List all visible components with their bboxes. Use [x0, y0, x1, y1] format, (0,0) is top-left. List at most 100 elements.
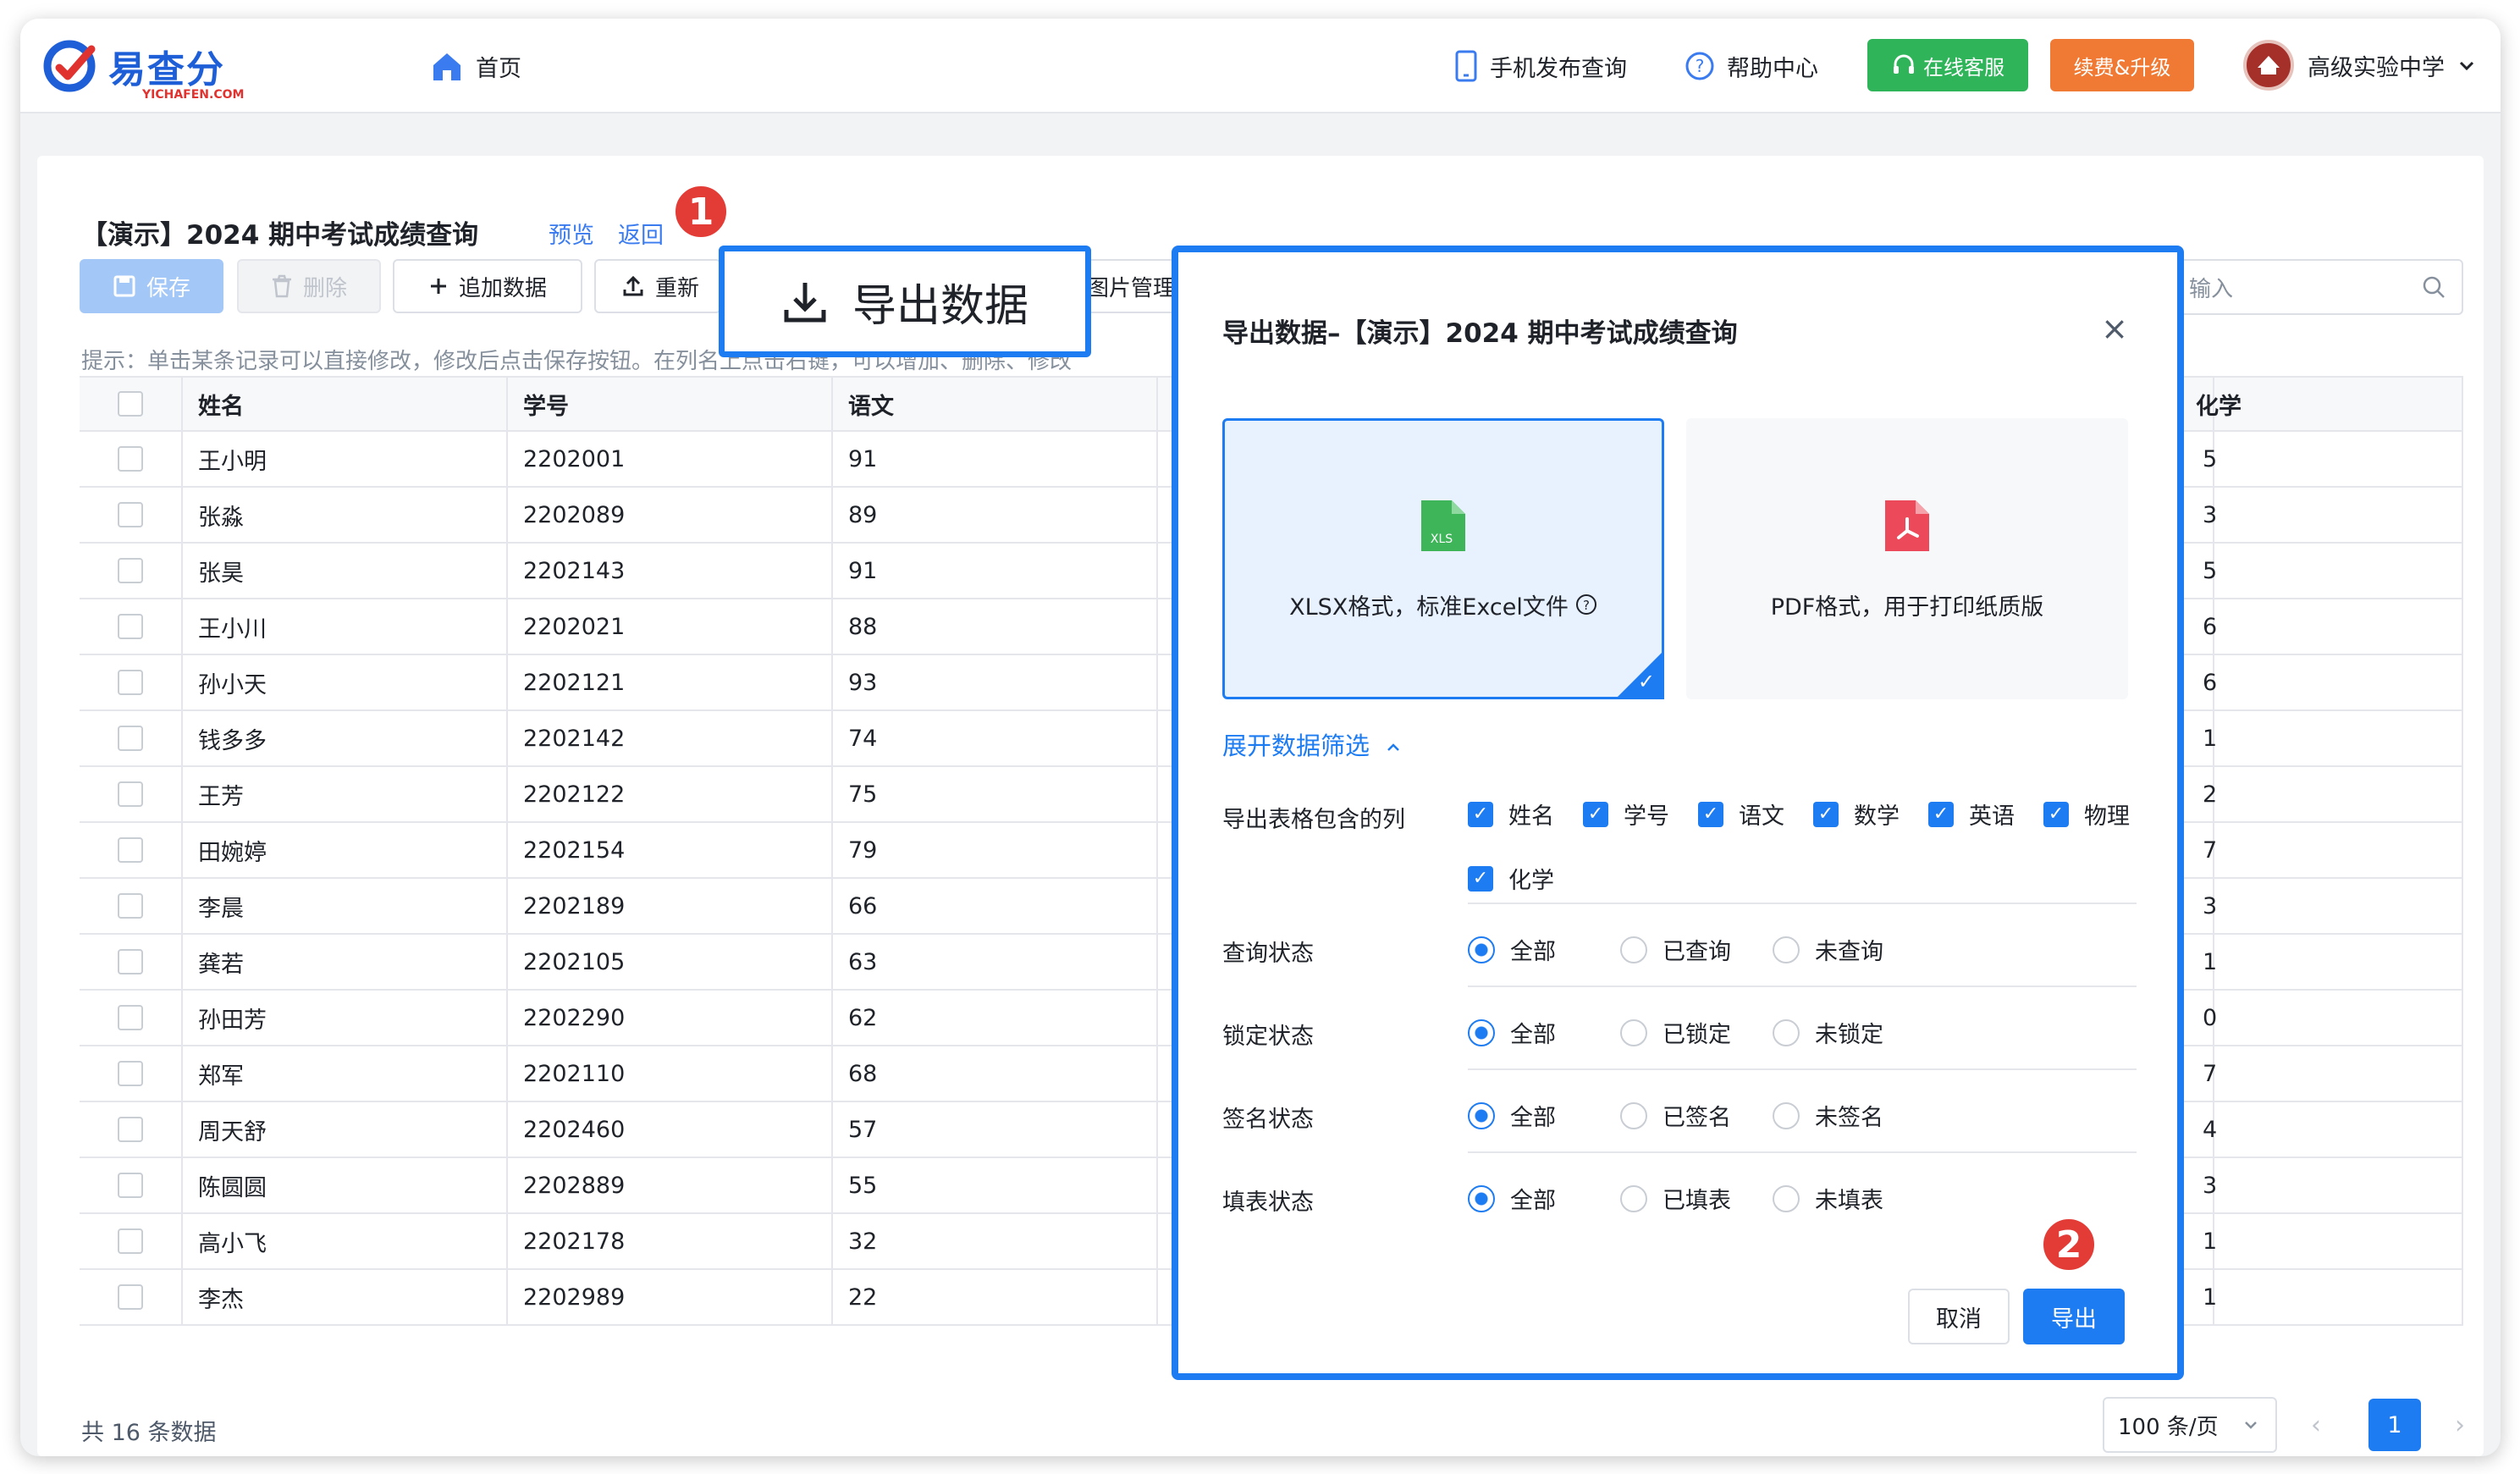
cell-student-id[interactable]: 2202889 [508, 1158, 833, 1212]
row-checkbox[interactable] [118, 1005, 143, 1030]
info-question-icon[interactable]: ? [1575, 593, 1597, 616]
column-checkbox[interactable]: ✓ 语文 [1698, 798, 1784, 831]
row-checkbox[interactable] [118, 670, 143, 695]
cell-chemistry[interactable]: 6 [2203, 599, 2463, 654]
cell-student-id[interactable]: 2202989 [508, 1270, 833, 1324]
column-checkbox[interactable]: ✓ 英语 [1928, 798, 2015, 831]
cell-chinese[interactable]: 63 [833, 935, 1158, 989]
cell-student-id[interactable]: 2202105 [508, 935, 833, 989]
row-checkbox[interactable] [118, 502, 143, 527]
column-checkbox[interactable]: ✓ 数学 [1813, 798, 1900, 831]
cell-name[interactable]: 王小明 [183, 432, 508, 486]
row-checkbox[interactable] [118, 781, 143, 807]
header-name[interactable]: 姓名 [183, 378, 508, 430]
cell-chemistry[interactable]: 5 [2203, 432, 2463, 486]
logo[interactable]: 易查分 YICHAFEN.COM [42, 34, 244, 102]
cell-chemistry[interactable]: 7 [2203, 1046, 2463, 1101]
cell-chinese[interactable]: 66 [833, 879, 1158, 933]
row-checkbox[interactable] [118, 558, 143, 583]
cell-name[interactable]: 龚若 [183, 935, 508, 989]
online-service-button[interactable]: 在线客服 [1867, 39, 2028, 91]
status-radio-option[interactable]: 全部 [1468, 1182, 1556, 1215]
column-checkbox[interactable]: ✓ 学号 [1583, 798, 1669, 831]
cell-chinese[interactable]: 88 [833, 599, 1158, 654]
cell-name[interactable]: 钱多多 [183, 711, 508, 765]
status-radio-option[interactable]: 全部 [1468, 1016, 1556, 1049]
cell-chemistry[interactable]: 7 [2203, 823, 2463, 877]
cell-name[interactable]: 田婉婷 [183, 823, 508, 877]
pdf-format-option[interactable]: PDF格式，用于打印纸质版 [1686, 418, 2128, 699]
prev-page-icon[interactable]: ‹ [2311, 1411, 2321, 1440]
cell-chinese[interactable]: 89 [833, 488, 1158, 542]
column-checkbox[interactable]: ✓ 物理 [2043, 798, 2130, 831]
cell-name[interactable]: 王芳 [183, 767, 508, 821]
close-icon[interactable]: × [2101, 310, 2128, 347]
cell-student-id[interactable]: 2202290 [508, 991, 833, 1045]
cell-chemistry[interactable]: 1 [2203, 1214, 2463, 1268]
row-checkbox[interactable] [118, 1228, 143, 1254]
add-data-button[interactable]: 追加数据 [393, 259, 582, 313]
cell-chemistry[interactable]: 0 [2203, 991, 2463, 1045]
status-radio-option[interactable]: 全部 [1468, 933, 1556, 966]
cell-chinese[interactable]: 91 [833, 544, 1158, 598]
cell-chemistry[interactable]: 2 [2203, 767, 2463, 821]
school-account-menu[interactable]: 高级实验中学 [2243, 37, 2477, 93]
cell-chinese[interactable]: 22 [833, 1270, 1158, 1324]
page-size-select[interactable]: 100 条/页 [2103, 1397, 2277, 1453]
row-checkbox[interactable] [118, 949, 143, 974]
row-checkbox[interactable] [118, 614, 143, 639]
cell-name[interactable]: 陈圆圆 [183, 1158, 508, 1212]
cell-chemistry[interactable]: 3 [2203, 1158, 2463, 1212]
save-button[interactable]: 保存 [80, 259, 223, 313]
cell-student-id[interactable]: 2202178 [508, 1214, 833, 1268]
row-checkbox[interactable] [118, 893, 143, 919]
cell-chemistry[interactable]: 3 [2203, 879, 2463, 933]
cell-chinese[interactable]: 55 [833, 1158, 1158, 1212]
cell-chemistry[interactable]: 1 [2203, 935, 2463, 989]
cell-chinese[interactable]: 79 [833, 823, 1158, 877]
row-checkbox[interactable] [118, 1173, 143, 1198]
cell-name[interactable]: 张昊 [183, 544, 508, 598]
column-checkbox[interactable]: ✓ 姓名 [1468, 798, 1554, 831]
expand-filter-toggle[interactable]: 展开数据筛选 [1222, 726, 1403, 762]
cell-name[interactable]: 孙小天 [183, 655, 508, 709]
cell-chinese[interactable]: 62 [833, 991, 1158, 1045]
status-radio-option[interactable]: 未填表 [1773, 1182, 1883, 1215]
row-checkbox[interactable] [118, 726, 143, 751]
cell-chinese[interactable]: 57 [833, 1102, 1158, 1157]
delete-button[interactable]: 删除 [237, 259, 381, 313]
cell-name[interactable]: 王小川 [183, 599, 508, 654]
cell-student-id[interactable]: 2202189 [508, 879, 833, 933]
select-all-checkbox[interactable] [118, 391, 143, 417]
cell-student-id[interactable]: 2202122 [508, 767, 833, 821]
header-chinese[interactable]: 语文 [833, 378, 1158, 430]
reupload-button[interactable]: 重新 [594, 259, 721, 313]
export-button[interactable]: 导出 [2023, 1289, 2125, 1344]
status-radio-option[interactable]: 已查询 [1620, 933, 1731, 966]
cell-name[interactable]: 张淼 [183, 488, 508, 542]
cell-student-id[interactable]: 2202121 [508, 655, 833, 709]
cell-student-id[interactable]: 2202142 [508, 711, 833, 765]
cell-student-id[interactable]: 2202110 [508, 1046, 833, 1101]
back-link[interactable]: 返回 [618, 217, 664, 250]
cell-student-id[interactable]: 2202089 [508, 488, 833, 542]
xlsx-format-option[interactable]: XLS XLSX格式，标准Excel文件 ? ✓ [1222, 418, 1664, 699]
status-radio-option[interactable]: 未查询 [1773, 933, 1883, 966]
status-radio-option[interactable]: 未锁定 [1773, 1016, 1883, 1049]
cell-name[interactable]: 李杰 [183, 1270, 508, 1324]
cell-chemistry[interactable]: 6 [2203, 655, 2463, 709]
row-checkbox[interactable] [118, 837, 143, 863]
status-radio-option[interactable]: 已填表 [1620, 1182, 1731, 1215]
cell-name[interactable]: 李晨 [183, 879, 508, 933]
cell-chinese[interactable]: 68 [833, 1046, 1158, 1101]
search-input[interactable]: 输入 [2170, 259, 2463, 315]
cell-name[interactable]: 孙田芳 [183, 991, 508, 1045]
nav-mobile-publish[interactable]: 手机发布查询 [1454, 46, 1627, 86]
cell-student-id[interactable]: 2202001 [508, 432, 833, 486]
cell-student-id[interactable]: 2202460 [508, 1102, 833, 1157]
cell-chinese[interactable]: 32 [833, 1214, 1158, 1268]
row-checkbox[interactable] [118, 446, 143, 472]
cell-chemistry[interactable]: 1 [2203, 1270, 2463, 1324]
row-checkbox[interactable] [118, 1117, 143, 1142]
status-radio-option[interactable]: 未签名 [1773, 1099, 1883, 1132]
